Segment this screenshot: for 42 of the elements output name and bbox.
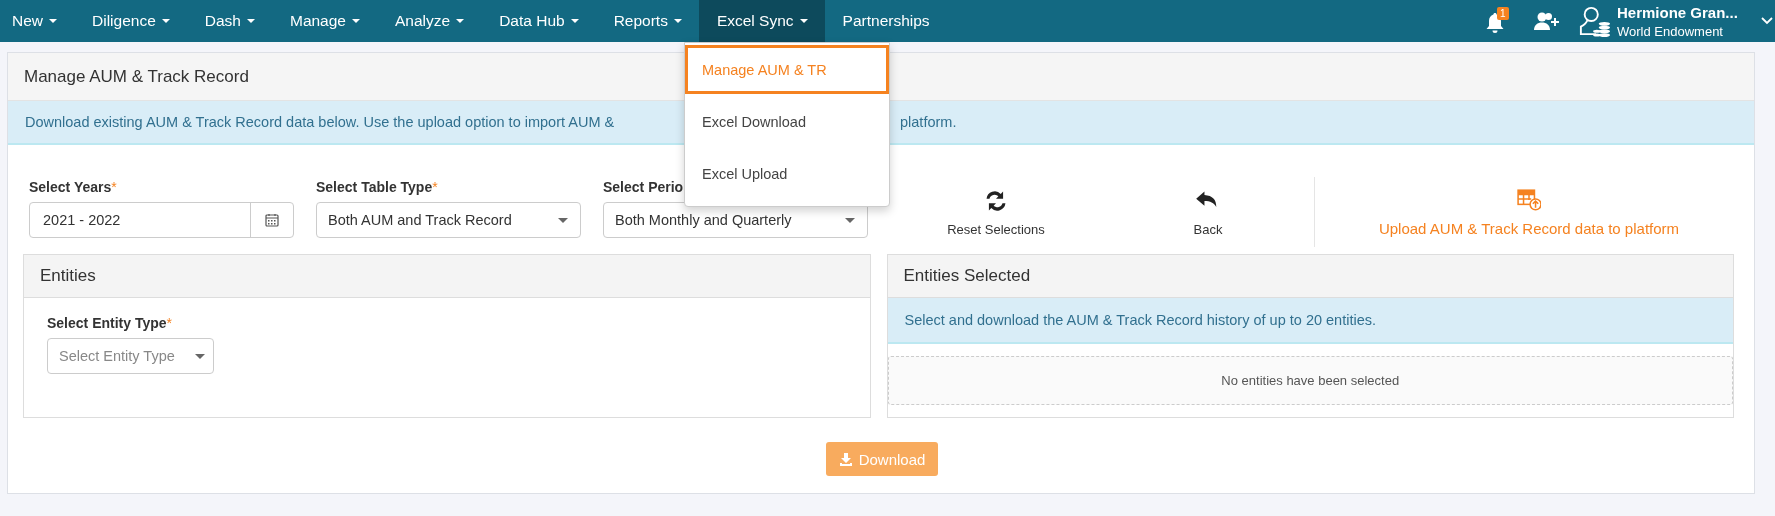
nav-menu-item[interactable]: Partnerships <box>824 0 947 42</box>
required-mark: * <box>166 315 172 331</box>
add-user-icon <box>1533 11 1559 31</box>
nav-menu-item[interactable]: Manage <box>271 0 377 42</box>
dropdown-item[interactable]: Excel Download <box>685 96 889 148</box>
field-label: Select Table Type <box>316 179 433 195</box>
calendar-icon <box>265 213 279 227</box>
dropdown-item[interactable]: Excel Upload <box>685 148 889 200</box>
nav-menu-item[interactable]: Diligence <box>74 0 187 42</box>
dropdown-select[interactable]: Select Entity Type <box>47 338 214 374</box>
nav-menu-item[interactable]: Excel Sync <box>698 0 825 42</box>
download-icon <box>838 452 853 466</box>
nav-menu-item[interactable]: Analyze <box>377 0 482 42</box>
user-name[interactable]: Hermione Gran... <box>1617 3 1767 21</box>
field-label: Select Entity Type <box>47 315 167 331</box>
nav-menu-item[interactable]: Data Hub <box>481 0 596 42</box>
info-alert: Select and download the AUM & Track Record history of up to 20 entities. <box>887 298 1733 344</box>
action-button[interactable]: Reset Selections <box>890 177 1102 247</box>
required-mark: * <box>432 179 438 195</box>
dropdown-select[interactable]: Both Monthly and Quarterly <box>603 202 868 238</box>
empty-state-text: No entities have been selected <box>1221 373 1400 388</box>
nav-menu-item[interactable]: Reports <box>595 0 699 42</box>
user-coins-icon <box>1579 5 1611 37</box>
caret-icon <box>195 353 205 359</box>
organization-name: World Endowment <box>1617 23 1724 39</box>
nav-menu-item[interactable]: New <box>0 0 74 42</box>
field-label: Select Years <box>29 179 112 195</box>
alert-text: platform. <box>900 114 957 130</box>
date-range-field[interactable]: 2021 - 2022 <box>29 202 294 238</box>
required-mark: * <box>111 179 117 195</box>
nav-menu-item[interactable]: Dash <box>186 0 272 42</box>
table-upload-icon <box>1517 187 1541 212</box>
alert-text: Download existing AUM & Track Record data below. Use the upload option to import AUM & <box>25 114 616 130</box>
action-button[interactable]: Back <box>1102 177 1314 247</box>
caret-icon <box>845 217 855 223</box>
dropdown-select[interactable]: Both AUM and Track Record <box>316 202 581 238</box>
field-label: Select Perio <box>603 179 684 195</box>
panel-title: Entities <box>24 255 870 298</box>
caret-icon <box>558 217 568 223</box>
panel-title: Entities Selected <box>887 255 1733 298</box>
notification-badge: 1 <box>1497 7 1509 20</box>
chevron-down-icon <box>1761 17 1773 25</box>
